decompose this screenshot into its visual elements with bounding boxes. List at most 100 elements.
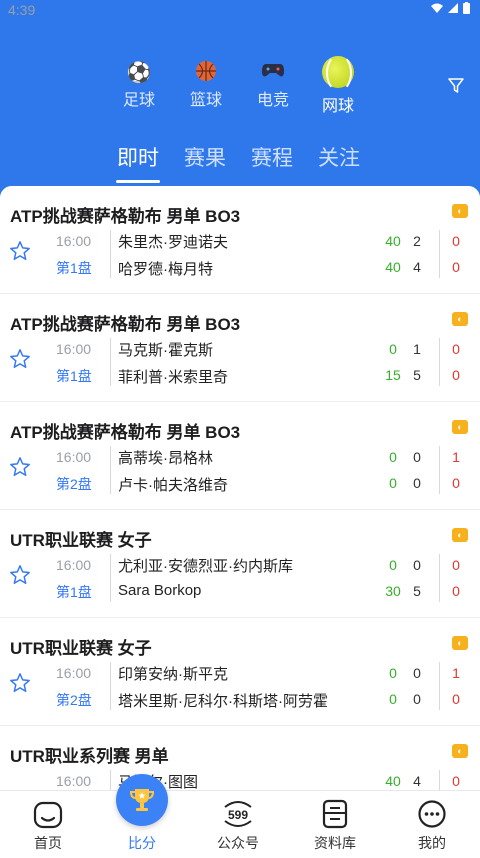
current-set: 第2盘 xyxy=(56,476,92,492)
player-1-games: 0 xyxy=(413,665,421,681)
match-card[interactable]: ATP挑战赛萨格勒布 男单 BO3 ◐ 16:00 第1盘 朱里杰·罗迪诺夫 哈… xyxy=(0,186,480,294)
divider xyxy=(439,338,440,386)
player-2-sets: 0 xyxy=(452,475,460,491)
sport-tab-soccer[interactable]: ⚽ 足球 xyxy=(109,60,169,110)
sport-tab-esports[interactable]: 电竞 xyxy=(243,60,303,110)
match-time: 16:00 xyxy=(56,557,92,573)
home-icon xyxy=(0,791,96,829)
player-2-games: 0 xyxy=(413,475,421,491)
nav-home[interactable]: 首页 xyxy=(0,791,96,853)
divider xyxy=(110,230,111,278)
live-video-badge-icon[interactable]: ◐ xyxy=(452,744,468,758)
nav-profile[interactable]: 我的 xyxy=(384,791,480,853)
signal-icon xyxy=(448,3,458,13)
app-header: 4:39 ⚽ 足球 篮球 电竞 网球 即时 赛果 赛程 关注 xyxy=(0,0,480,200)
favorite-star-icon[interactable] xyxy=(9,348,31,370)
live-video-badge-icon[interactable]: ◐ xyxy=(452,204,468,218)
league-name: UTR职业联赛 女子 xyxy=(10,531,152,550)
match-time: 16:00 xyxy=(56,773,92,789)
player-1-points: 0 xyxy=(389,557,397,573)
player-2-name: Sara Borkop xyxy=(118,582,202,599)
live-video-badge-icon[interactable]: ◐ xyxy=(452,420,468,434)
sport-tab-label: 网球 xyxy=(321,98,354,115)
match-card[interactable]: UTR职业系列赛 男单 ◐ 16:00 马勒尔·图图 40 4 0 xyxy=(0,726,480,790)
player-2-games: 4 xyxy=(413,259,421,275)
nav-label: 比分 xyxy=(128,835,156,851)
player-1-name: 印第安纳·斯平克 xyxy=(118,666,228,683)
league-name: UTR职业联赛 女子 xyxy=(10,639,152,658)
player-1-name: 尤利亚·安德烈亚·约内斯库 xyxy=(118,558,293,575)
league-name: ATP挑战赛萨格勒布 男单 BO3 xyxy=(10,207,241,226)
nav-label: 首页 xyxy=(34,835,62,851)
match-time: 16:00 xyxy=(56,233,92,249)
player-2-points: 0 xyxy=(389,691,397,707)
trophy-icon[interactable] xyxy=(116,774,168,826)
nav-label: 资料库 xyxy=(314,835,356,851)
soccer-ball-icon: ⚽ xyxy=(126,62,152,84)
subtab-bar: 即时 赛果 赛程 关注 xyxy=(0,142,480,183)
sport-tab-tennis[interactable]: 网球 xyxy=(308,54,368,116)
database-icon xyxy=(287,791,383,829)
status-icons xyxy=(431,2,470,14)
nav-database[interactable]: 资料库 xyxy=(287,791,383,853)
match-card[interactable]: UTR职业联赛 女子 ◐ 16:00 第1盘 尤利亚·安德烈亚·约内斯库 Sar… xyxy=(0,510,480,618)
tab-schedule[interactable]: 赛程 xyxy=(242,142,302,172)
player-2-points: 30 xyxy=(385,583,401,599)
divider xyxy=(110,446,111,494)
favorite-star-icon[interactable] xyxy=(9,240,31,262)
nav-official-account[interactable]: 599 公众号 xyxy=(190,791,286,853)
divider xyxy=(110,770,111,790)
match-list[interactable]: ATP挑战赛萨格勒布 男单 BO3 ◐ 16:00 第1盘 朱里杰·罗迪诺夫 哈… xyxy=(0,186,480,790)
player-2-name: 哈罗德·梅月特 xyxy=(118,261,213,278)
nav-label: 我的 xyxy=(418,835,446,851)
league-name: ATP挑战赛萨格勒布 男单 BO3 xyxy=(10,315,241,334)
player-2-name: 塔米里斯·尼科尔·科斯塔·阿劳霍 xyxy=(118,693,328,710)
tab-results[interactable]: 赛果 xyxy=(175,142,235,172)
player-1-games: 0 xyxy=(413,557,421,573)
player-1-name: 马克斯·霍克斯 xyxy=(118,342,213,359)
player-2-name: 卢卡·帕夫洛维奇 xyxy=(118,477,228,494)
nav-label: 公众号 xyxy=(217,835,259,851)
league-name: UTR职业系列赛 男单 xyxy=(10,747,169,766)
tab-live[interactable]: 即时 xyxy=(108,142,168,183)
live-video-badge-icon[interactable]: ◐ xyxy=(452,636,468,650)
player-2-games: 5 xyxy=(413,367,421,383)
sport-tab-label: 足球 xyxy=(122,92,155,109)
tab-favorites[interactable]: 关注 xyxy=(309,142,369,172)
favorite-star-icon[interactable] xyxy=(9,456,31,478)
player-1-sets: 0 xyxy=(452,773,460,789)
live-video-badge-icon[interactable]: ◐ xyxy=(452,528,468,542)
favorite-star-icon[interactable] xyxy=(9,564,31,586)
player-2-points: 15 xyxy=(385,367,401,383)
divider xyxy=(439,554,440,602)
current-set: 第2盘 xyxy=(56,692,92,708)
divider xyxy=(439,446,440,494)
match-time: 16:00 xyxy=(56,341,92,357)
player-1-sets: 1 xyxy=(452,665,460,681)
player-2-name: 菲利普·米索里奇 xyxy=(118,369,228,386)
match-card[interactable]: ATP挑战赛萨格勒布 男单 BO3 ◐ 16:00 第2盘 高蒂埃·昂格林 卢卡… xyxy=(0,402,480,510)
player-1-points: 40 xyxy=(385,773,401,789)
filter-icon[interactable] xyxy=(448,78,464,94)
player-2-sets: 0 xyxy=(452,691,460,707)
player-2-games: 0 xyxy=(413,691,421,707)
player-1-sets: 0 xyxy=(452,341,460,357)
599-logo-icon: 599 xyxy=(190,791,286,829)
current-set: 第1盘 xyxy=(56,584,92,600)
divider xyxy=(110,554,111,602)
favorite-star-icon[interactable] xyxy=(9,672,31,694)
match-card[interactable]: UTR职业联赛 女子 ◐ 16:00 第2盘 印第安纳·斯平克 塔米里斯·尼科尔… xyxy=(0,618,480,726)
divider xyxy=(110,662,111,710)
player-1-name: 朱里杰·罗迪诺夫 xyxy=(118,234,228,251)
player-1-sets: 1 xyxy=(452,449,460,465)
current-set: 第1盘 xyxy=(56,260,92,276)
match-card[interactable]: ATP挑战赛萨格勒布 男单 BO3 ◐ 16:00 第1盘 马克斯·霍克斯 菲利… xyxy=(0,294,480,402)
player-2-sets: 0 xyxy=(452,583,460,599)
match-time: 16:00 xyxy=(56,665,92,681)
player-1-games: 4 xyxy=(413,773,421,789)
sport-tab-basketball[interactable]: 篮球 xyxy=(176,60,236,110)
live-video-badge-icon[interactable]: ◐ xyxy=(452,312,468,326)
player-1-sets: 0 xyxy=(452,233,460,249)
status-time: 4:39 xyxy=(8,2,36,18)
player-2-sets: 0 xyxy=(452,367,460,383)
